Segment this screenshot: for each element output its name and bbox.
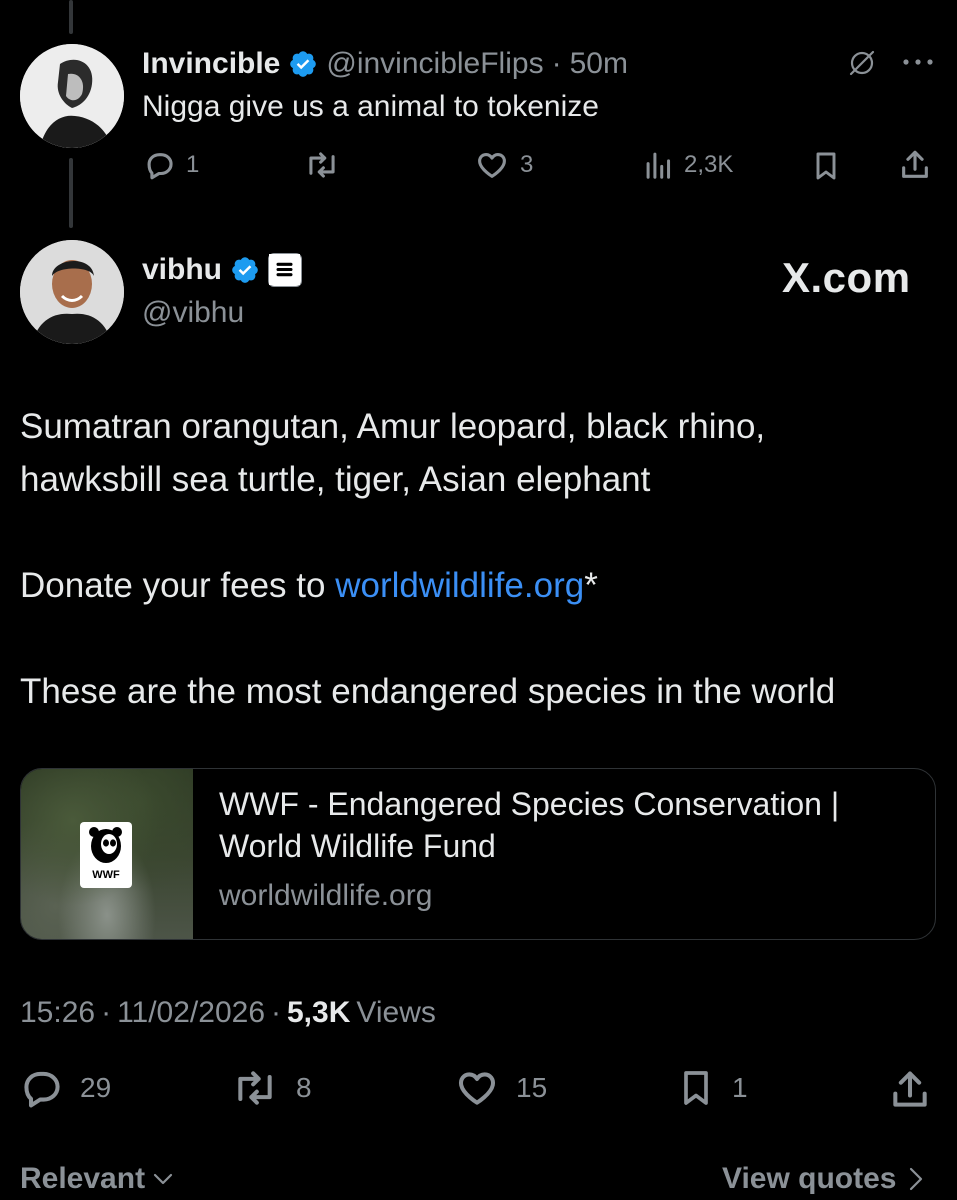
reply-replies-count: 1: [186, 151, 200, 178]
verified-badge-icon: [230, 255, 260, 285]
repost-icon: [304, 148, 340, 182]
x-com-watermark: X.com: [782, 254, 911, 301]
link-card-title: WWF - Endangered Species Conservation | …: [219, 783, 839, 867]
reply-icon: [142, 148, 176, 182]
post-likes-count: 15: [516, 1072, 548, 1103]
reply-author-name[interactable]: Invincible: [142, 47, 280, 81]
grok-icon[interactable]: [846, 46, 878, 78]
reply-like-button[interactable]: 3: [474, 148, 533, 182]
repost-icon: [230, 1066, 280, 1110]
bookmark-icon: [676, 1066, 716, 1110]
post-replies-button[interactable]: 29: [20, 1066, 111, 1110]
link-card-title-line-1: WWF - Endangered Species Conservation |: [219, 786, 840, 822]
post-reposts-count: 8: [296, 1072, 312, 1103]
affiliate-badge-icon: [268, 253, 302, 287]
reply-views-button[interactable]: 2,3K: [644, 148, 733, 182]
thread-line-bottom: [69, 158, 73, 228]
post-views-label: Views: [356, 996, 436, 1029]
reply-repost-button[interactable]: [304, 148, 340, 182]
verified-badge-icon: [288, 49, 318, 79]
thread-line-top: [69, 0, 73, 34]
sort-dropdown[interactable]: Relevant: [20, 1162, 175, 1196]
post-donate-prefix: Donate your fees to: [20, 566, 336, 605]
reply-likes-count: 3: [520, 151, 534, 178]
post-timestamp-row: 15:26 · 11/02/2026 · 5,3K Views: [20, 996, 436, 1030]
post-line-2: hawksbill sea turtle, tiger, Asian eleph…: [20, 460, 651, 499]
chevron-right-icon: [905, 1166, 927, 1192]
reply-time[interactable]: 50m: [570, 47, 628, 81]
post-line-1: Sumatran orangutan, Amur leopard, black …: [20, 407, 766, 446]
reply-replies-button[interactable]: 1: [142, 148, 199, 182]
reply-bookmark-icon[interactable]: [810, 150, 842, 182]
post-donate-line: Donate your fees to worldwildlife.org*: [20, 559, 940, 612]
post-time-separator: ·: [101, 996, 112, 1029]
post-replies-count: 29: [80, 1072, 112, 1103]
view-quotes-link[interactable]: View quotes: [722, 1162, 927, 1196]
link-card-domain: worldwildlife.org: [219, 879, 433, 912]
heart-icon: [454, 1066, 500, 1110]
post-repost-button[interactable]: 8: [230, 1066, 312, 1110]
post-date-separator: ·: [271, 996, 281, 1029]
reply-author-handle[interactable]: @invincibleFlips: [326, 47, 543, 81]
post-body: Sumatran orangutan, Amur leopard, black …: [20, 400, 940, 506]
reply-avatar[interactable]: [20, 44, 124, 148]
more-icon[interactable]: [902, 56, 934, 68]
link-card-title-line-2: World Wildlife Fund: [219, 828, 496, 864]
post-share-icon[interactable]: [888, 1068, 932, 1112]
sort-dropdown-label: Relevant: [20, 1162, 146, 1195]
post-avatar[interactable]: [20, 240, 124, 344]
post-author-handle[interactable]: @vibhu: [142, 296, 244, 330]
reply-separator: ·: [551, 47, 562, 80]
heart-icon: [474, 148, 510, 182]
views-icon: [644, 148, 674, 182]
post-donate-link[interactable]: worldwildlife.org: [335, 566, 584, 605]
view-quotes-label: View quotes: [722, 1162, 897, 1195]
post-line-4: These are the most endangered species in…: [20, 672, 836, 711]
reply-share-icon[interactable]: [898, 148, 932, 182]
post-donate-suffix: *: [584, 566, 598, 605]
wwf-logo-text: WWF: [92, 869, 120, 881]
post-header: vibhu: [142, 250, 302, 290]
post-date[interactable]: 11/02/2026: [117, 996, 265, 1030]
chevron-down-icon: [151, 1167, 175, 1191]
link-card[interactable]: WWF - Endangered Species Conservation | …: [20, 768, 936, 940]
reply-views-count: 2,3K: [684, 151, 734, 178]
post-like-button[interactable]: 15: [454, 1066, 547, 1110]
wwf-logo: WWF: [80, 822, 132, 888]
reply-icon: [20, 1066, 64, 1110]
post-bookmark-button[interactable]: 1: [676, 1066, 748, 1110]
reply-header: Invincible @invincibleFlips · 50m: [142, 44, 628, 84]
post-views-count: 5,3K: [287, 996, 351, 1029]
reply-text: Nigga give us a animal to tokenize: [142, 90, 599, 123]
post-author-name[interactable]: vibhu: [142, 253, 222, 287]
post-time[interactable]: 15:26: [20, 996, 95, 1030]
post-bookmarks-count: 1: [732, 1072, 748, 1103]
